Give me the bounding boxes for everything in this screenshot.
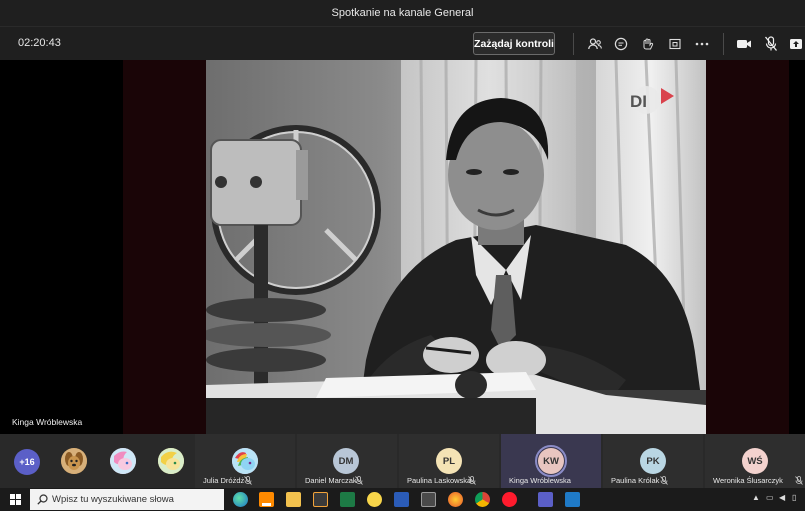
participant-tile[interactable]: PL Paulina Laskowska (399, 434, 499, 488)
camera-icon[interactable] (735, 35, 753, 53)
video-letterbox-left (123, 60, 206, 434)
toolbar-separator (723, 33, 724, 55)
participant-name: Julia Dróżdż (203, 476, 245, 485)
participant-avatar: KW (538, 448, 564, 474)
tray-chevron-icon[interactable]: ▲ (752, 493, 760, 502)
window-titlebar: Spotkanie na kanale General (0, 0, 805, 26)
participant-name: Daniel Marczak (305, 476, 357, 485)
photos-icon[interactable] (565, 492, 580, 507)
participant-name: Weronika Ślusarczyk (713, 476, 783, 485)
request-control-button[interactable]: Zażądaj kontroli (473, 32, 555, 55)
search-icon (37, 494, 48, 505)
participants-icon[interactable] (586, 35, 604, 53)
reactions-icon[interactable] (639, 35, 657, 53)
chat-icon[interactable] (612, 35, 630, 53)
battery-icon[interactable]: ▯ (792, 493, 796, 502)
share-icon[interactable] (666, 35, 684, 53)
word-icon[interactable] (394, 492, 409, 507)
vlc-icon[interactable] (259, 492, 274, 507)
participant-tile[interactable]: Julia Dróżdż (195, 434, 295, 488)
participant-avatar: PL (436, 448, 462, 474)
participant-avatar-rainbow (232, 448, 258, 474)
participant-tile[interactable]: PK Paulina Królak (603, 434, 703, 488)
network-icon[interactable]: ▭ (766, 493, 774, 502)
participant-name: Kinga Wróblewska (509, 476, 571, 485)
teams-icon[interactable] (538, 492, 553, 507)
mic-muted-icon (468, 476, 476, 485)
windows-taskbar: Wpisz tu wyszukiwane słowa ▲ ▭ ◀ ▯ (0, 488, 805, 511)
calculator-icon[interactable] (421, 492, 436, 507)
chrome-icon[interactable] (475, 492, 490, 507)
mic-muted-icon (244, 476, 252, 485)
file-explorer-icon[interactable] (286, 492, 301, 507)
participant-avatar: WŚ (742, 448, 768, 474)
video-frame-illustration: DI (206, 60, 706, 434)
search-placeholder: Wpisz tu wyszukiwane słowa (52, 494, 174, 505)
mic-off-icon[interactable] (762, 35, 780, 53)
active-speaker-name: Kinga Wróblewska (12, 417, 83, 427)
volume-icon[interactable]: ◀ (779, 493, 785, 502)
participant-strip: +16 Julia Dróżdż DM Daniel Marczak PL Pa… (0, 434, 805, 488)
participant-avatar-pony[interactable] (110, 448, 136, 474)
meeting-stage: DI Kinga Wróblewska (0, 60, 805, 434)
participant-avatar: DM (333, 448, 359, 474)
video-letterbox-right (706, 60, 789, 434)
firefox-icon[interactable] (448, 492, 463, 507)
participant-name: Paulina Laskowska (407, 476, 472, 485)
broadcaster-logo: DI (630, 92, 647, 111)
meeting-toolbar: 02:20:43 Zażądaj kontroli (0, 26, 805, 60)
toolbar-separator (573, 33, 574, 55)
opera-icon[interactable] (502, 492, 517, 507)
excel-icon[interactable] (340, 492, 355, 507)
taskbar-search-box[interactable]: Wpisz tu wyszukiwane słowa (30, 489, 224, 510)
more-icon[interactable] (693, 35, 711, 53)
mic-muted-icon (355, 476, 363, 485)
meeting-timer: 02:20:43 (18, 37, 61, 49)
shared-video: DI (206, 60, 706, 434)
participant-name: Paulina Królak (611, 476, 660, 485)
participant-tile[interactable]: DM Daniel Marczak (297, 434, 397, 488)
sticky-notes-icon[interactable] (367, 492, 382, 507)
edge-icon[interactable] (233, 492, 248, 507)
windows-start-icon[interactable] (10, 494, 21, 505)
participant-avatar-pony-yellow[interactable] (158, 448, 184, 474)
media-player-icon[interactable] (313, 492, 328, 507)
mic-muted-icon (660, 476, 668, 485)
mic-muted-icon (795, 476, 803, 485)
participant-tile[interactable]: WŚ Weronika Ślusarczyk (705, 434, 805, 488)
participant-avatar-dog[interactable] (61, 448, 87, 474)
window-title: Spotkanie na kanale General (331, 7, 474, 19)
share-tray-icon[interactable] (787, 35, 805, 53)
participant-tile-active-speaker[interactable]: KW Kinga Wróblewska (501, 434, 601, 488)
participant-avatar: PK (640, 448, 666, 474)
overflow-participants-button[interactable]: +16 (14, 449, 40, 475)
